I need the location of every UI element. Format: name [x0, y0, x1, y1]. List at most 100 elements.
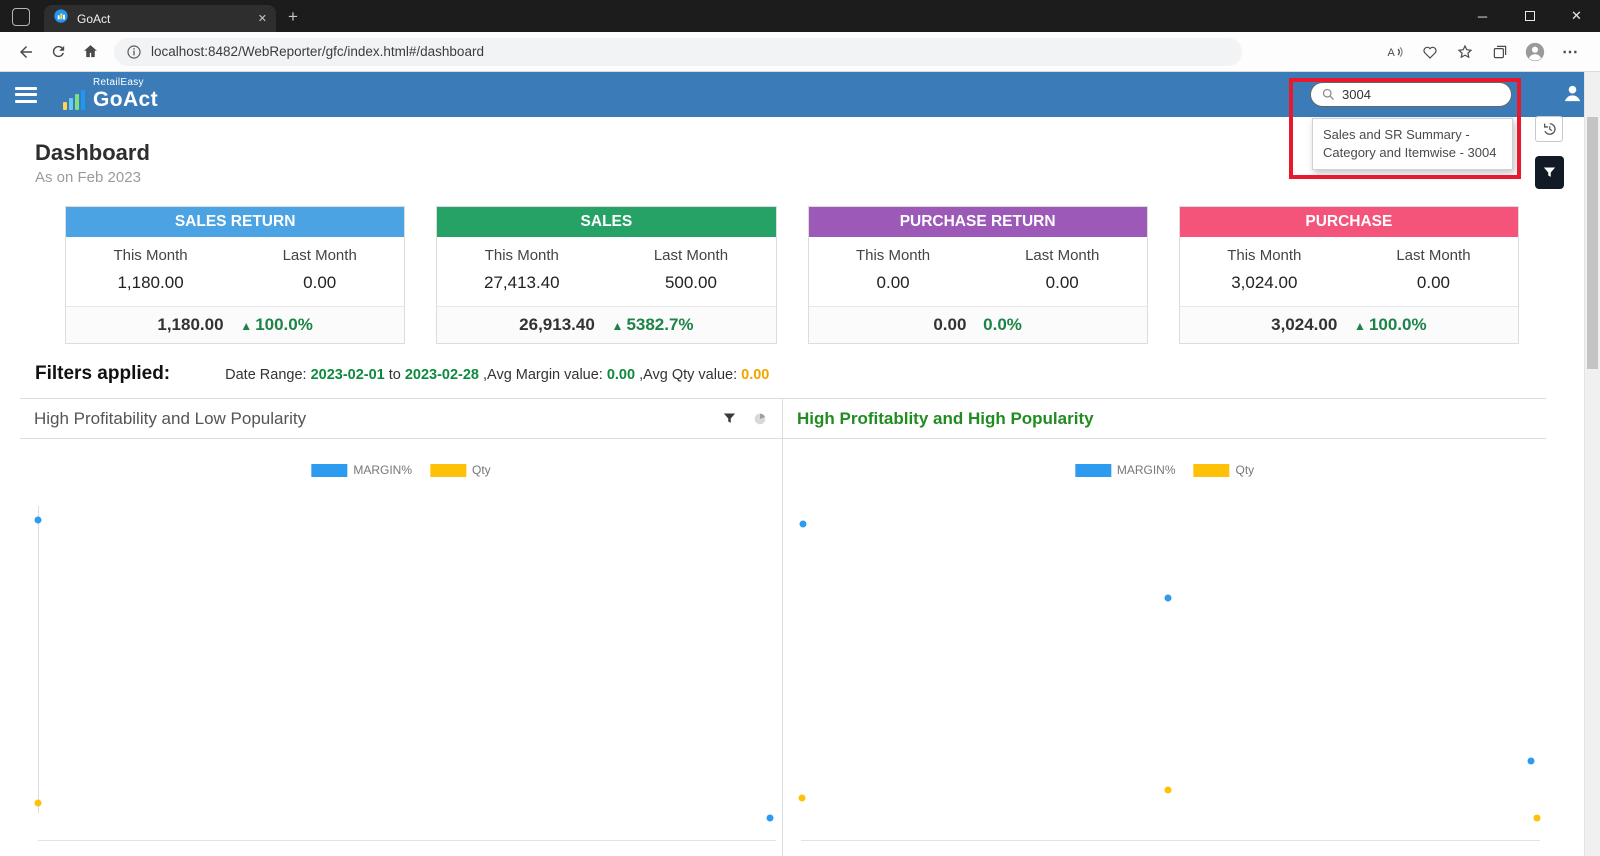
- dashboard-page: Dashboard As on Feb 2023 SALES RETURN Th…: [0, 117, 1584, 856]
- refresh-icon: [50, 43, 67, 60]
- card-sales-return: SALES RETURN This Month 1,180.00 Last Mo…: [65, 206, 405, 344]
- scatter-point[interactable]: [1533, 815, 1540, 822]
- more-menu-button[interactable]: ⋯: [1554, 37, 1586, 67]
- scatter-point[interactable]: [1165, 787, 1172, 794]
- back-arrow-icon: [17, 43, 35, 61]
- new-tab-button[interactable]: +: [288, 7, 298, 27]
- window-maximize-button[interactable]: [1506, 0, 1553, 32]
- card-header: PURCHASE RETURN: [809, 207, 1147, 237]
- filters-detail: Date Range:2023-02-01to2023-02-28,Avg Ma…: [225, 367, 773, 383]
- window-controls: ─ ✕: [1459, 0, 1600, 32]
- footer-value: 1,180.00: [157, 315, 223, 334]
- profile-button[interactable]: [1519, 37, 1551, 67]
- chart-title: High Profitablity and High Popularity: [797, 409, 1094, 429]
- this-month-label: This Month: [1180, 247, 1349, 264]
- card-footer: 3,024.00 ▲100.0%: [1180, 306, 1518, 343]
- legend-swatch: [1075, 464, 1111, 477]
- app-logo[interactable]: RetailEasy GoAct: [61, 78, 158, 112]
- filters-applied-row: Filters applied: Date Range:2023-02-01to…: [35, 363, 1584, 385]
- to-word: to: [389, 367, 401, 383]
- card-footer: 26,913.40 ▲5382.7%: [437, 306, 775, 343]
- delta-up-icon: ▲: [240, 319, 252, 333]
- this-month-value: 3,024.00: [1180, 273, 1349, 293]
- this-month-label: This Month: [809, 247, 978, 264]
- chart-type-pie-icon[interactable]: [752, 411, 768, 427]
- browser-tab[interactable]: GoAct ✕: [44, 5, 276, 32]
- card-header: PURCHASE: [1180, 207, 1518, 237]
- scatter-point[interactable]: [1527, 757, 1534, 764]
- scatter-point[interactable]: [35, 517, 42, 524]
- last-month-value: 0.00: [1349, 273, 1518, 293]
- history-icon: [1540, 120, 1558, 138]
- chart-high-profit-low-popularity: High Profitability and Low Popularity MA…: [20, 399, 783, 856]
- address-bar[interactable]: localhost:8482/WebReporter/gfc/index.htm…: [114, 38, 1242, 66]
- home-button[interactable]: [74, 37, 106, 67]
- footer-value: 3,024.00: [1271, 315, 1337, 334]
- card-header: SALES RETURN: [66, 207, 404, 237]
- x-axis-line: [801, 840, 1540, 841]
- dashboard-filter-button[interactable]: [1535, 156, 1564, 189]
- delta-percent: 100.0%: [1369, 315, 1427, 334]
- browser-navbar: localhost:8482/WebReporter/gfc/index.htm…: [0, 32, 1600, 72]
- chart-filter-funnel-icon[interactable]: [722, 411, 737, 426]
- scrollbar-thumb[interactable]: [1587, 117, 1598, 369]
- card-purchase: PURCHASE This Month 3,024.00 Last Month …: [1179, 206, 1519, 344]
- home-icon: [82, 43, 99, 60]
- read-aloud-icon: A: [1385, 42, 1405, 62]
- legend-swatch: [430, 464, 466, 477]
- window-minimize-button[interactable]: ─: [1459, 0, 1506, 32]
- browser-window: GoAct ✕ + ─ ✕ localhost:8482/WebReporter…: [0, 0, 1600, 856]
- scatter-plot: [783, 487, 1546, 856]
- scatter-plot: [20, 487, 782, 856]
- app-header: RetailEasy GoAct: [0, 72, 1600, 117]
- date-from: 2023-02-01: [311, 367, 385, 383]
- tab-title: GoAct: [77, 12, 250, 26]
- chart-title: High Profitability and Low Popularity: [34, 409, 306, 429]
- refresh-button[interactable]: [42, 37, 74, 67]
- history-restore-button[interactable]: [1535, 116, 1563, 142]
- favorites-button[interactable]: [1449, 37, 1481, 67]
- filter-funnel-icon: [1542, 165, 1557, 180]
- search-suggestion-item[interactable]: Sales and SR Summary - Category and Item…: [1312, 118, 1513, 170]
- back-button[interactable]: [10, 37, 42, 67]
- menu-hamburger-icon[interactable]: [15, 83, 37, 106]
- brand-top: RetailEasy: [93, 78, 158, 88]
- tab-actions-menu-icon[interactable]: [12, 8, 30, 26]
- collections-icon: [1491, 43, 1509, 61]
- delta-percent: 0.0%: [983, 315, 1022, 334]
- last-month-label: Last Month: [235, 247, 404, 264]
- browser-essentials-icon: [1421, 43, 1439, 61]
- x-axis-line: [38, 840, 776, 841]
- browser-essentials-button[interactable]: [1414, 37, 1446, 67]
- maximize-icon: [1525, 11, 1535, 21]
- avg-margin-value: 0.00: [607, 367, 635, 383]
- card-purchase-return: PURCHASE RETURN This Month 0.00 Last Mon…: [808, 206, 1148, 344]
- site-info-icon[interactable]: [126, 44, 142, 60]
- footer-value: 0.00: [933, 315, 966, 334]
- collections-button[interactable]: [1484, 37, 1516, 67]
- footer-value: 26,913.40: [519, 315, 595, 334]
- scatter-point[interactable]: [1165, 595, 1172, 602]
- tab-close-icon[interactable]: ✕: [258, 12, 267, 25]
- scatter-point[interactable]: [799, 794, 806, 801]
- scatter-point[interactable]: [35, 800, 42, 807]
- user-account-button[interactable]: [1561, 82, 1584, 110]
- window-close-button[interactable]: ✕: [1553, 0, 1600, 32]
- search-icon: [1321, 87, 1336, 102]
- delta-percent: 5382.7%: [626, 315, 693, 334]
- favorites-star-icon: [1456, 43, 1474, 61]
- scatter-point[interactable]: [799, 521, 806, 528]
- delta-percent: 100.0%: [255, 315, 313, 334]
- page-scrollbar[interactable]: [1584, 72, 1600, 856]
- y-axis-line: [38, 506, 39, 813]
- scatter-point[interactable]: [766, 815, 773, 822]
- last-month-value: 0.00: [978, 273, 1147, 293]
- card-footer: 1,180.00 ▲100.0%: [66, 306, 404, 343]
- global-search-input[interactable]: [1342, 87, 1482, 102]
- this-month-value: 0.00: [809, 273, 978, 293]
- date-to: 2023-02-28: [405, 367, 479, 383]
- legend-label: MARGIN%: [353, 463, 412, 477]
- read-aloud-button[interactable]: A: [1379, 37, 1411, 67]
- global-search[interactable]: [1310, 82, 1512, 107]
- url-text[interactable]: localhost:8482/WebReporter/gfc/index.htm…: [151, 44, 484, 59]
